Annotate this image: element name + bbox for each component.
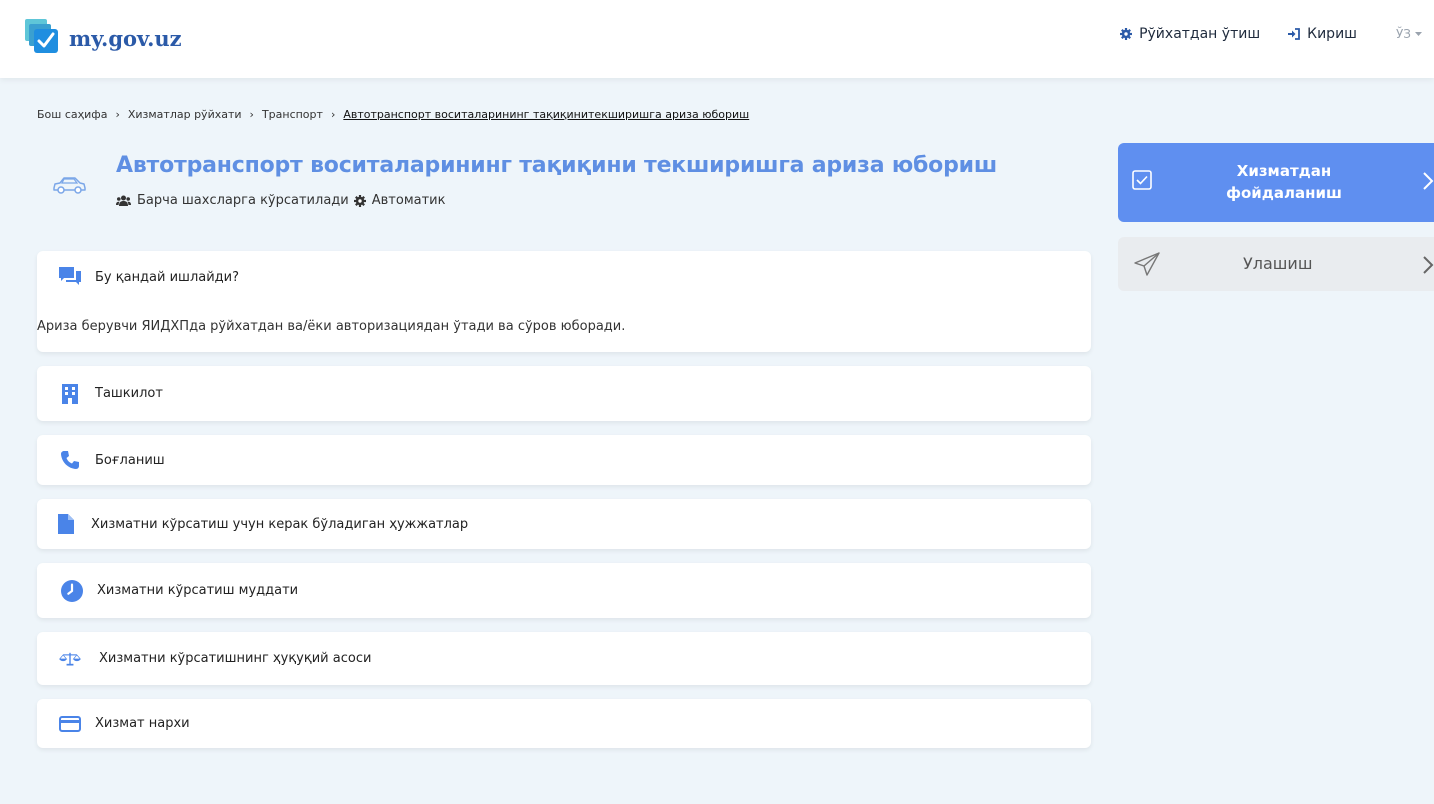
building-icon: [59, 383, 81, 404]
register-link[interactable]: Рўйхатдан ўтиш: [1120, 26, 1260, 42]
breadcrumb-separator-icon: ›: [115, 108, 120, 121]
phone-icon: [59, 451, 81, 469]
breadcrumb-separator-icon: ›: [330, 108, 336, 121]
organization-label: Ташкилот: [95, 386, 163, 401]
accordion-how-it-works[interactable]: Бу қандай ишлайди? Ариза берувчи ЯИДХПда…: [37, 251, 1091, 352]
document-icon: [55, 514, 77, 534]
login-label: Кириш: [1307, 26, 1357, 42]
service-meta: Барча шахсларга кўрсатилади Автоматик: [116, 193, 445, 208]
mode-text: Автоматик: [371, 193, 446, 208]
page-title: Автотранспорт воситаларининг тақиқини те…: [116, 153, 998, 178]
documents-label: Хизматни кўрсатиш учун керак бўладиган ҳ…: [91, 516, 469, 532]
accordion-documents[interactable]: Хизматни кўрсатиш учун керак бўладиган ҳ…: [37, 499, 1091, 549]
chat-icon: [59, 267, 81, 287]
price-label: Хизмат нархи: [95, 716, 190, 731]
how-it-works-text: Ариза берувчи ЯИДХПда рўйхатдан ва/ёки а…: [37, 319, 626, 334]
breadcrumb-home[interactable]: Бош саҳифа: [37, 108, 107, 121]
breadcrumb-transport[interactable]: Транспорт: [262, 108, 323, 121]
audience-text: Барча шахсларга кўрсатилади: [137, 193, 349, 208]
checkbox-logo-icon: [25, 15, 61, 59]
contact-label: Боғланиш: [95, 452, 165, 468]
login-link[interactable]: Кириш: [1287, 26, 1357, 42]
top-navigation: Рўйхатдан ўтиш Кириш ЎЗ: [1120, 26, 1434, 42]
accordion-legal-basis[interactable]: Хизматни кўрсатишнинг ҳуқуқий асоси: [37, 632, 1091, 685]
accordion-contact[interactable]: Боғланиш: [37, 435, 1091, 485]
gear-icon: [1120, 28, 1133, 40]
paper-plane-icon: [1134, 252, 1160, 280]
balance-scale-icon: [59, 649, 81, 669]
users-icon: [116, 195, 131, 207]
caret-down-icon: [1415, 32, 1422, 36]
checkbox-icon: [1132, 170, 1152, 194]
use-service-label: Хизматдан фойдаланиш: [1226, 162, 1342, 202]
gear-icon: [353, 194, 366, 207]
accordion-organization[interactable]: Ташкилот: [37, 366, 1091, 421]
accordion-duration[interactable]: Хизматни кўрсатиш муддати: [37, 563, 1091, 618]
chevron-right-icon: [1422, 255, 1434, 279]
breadcrumb: Бош саҳифа › Хизматлар рўйхати › Транспо…: [37, 108, 749, 121]
register-label: Рўйхатдан ўтиш: [1139, 26, 1261, 42]
accordion-price[interactable]: Хизмат нархи: [37, 699, 1091, 748]
how-it-works-label: Бу қандай ишлайди?: [95, 269, 240, 285]
language-dropdown[interactable]: ЎЗ: [1396, 27, 1422, 41]
logo-text: my.gov.uz: [69, 25, 182, 51]
share-button[interactable]: Улашиш: [1118, 237, 1434, 291]
duration-label: Хизматни кўрсатиш муддати: [97, 583, 299, 598]
clock-icon: [61, 579, 83, 603]
breadcrumb-current[interactable]: Автотранспорт воситаларининг тақиқинитек…: [343, 108, 749, 121]
car-icon: [51, 174, 87, 200]
credit-card-icon: [59, 715, 81, 732]
sign-in-icon: [1287, 28, 1301, 40]
breadcrumb-services[interactable]: Хизматлар рўйхати: [128, 108, 242, 121]
legal-basis-label: Хизматни кўрсатишнинг ҳуқуқий асоси: [99, 651, 372, 666]
language-label: ЎЗ: [1395, 27, 1411, 41]
breadcrumb-separator-icon: ›: [249, 108, 254, 121]
site-header: my.gov.uz Рўйхатдан ўтиш Кириш ЎЗ: [0, 0, 1434, 78]
site-logo[interactable]: my.gov.uz: [25, 15, 182, 59]
use-service-button[interactable]: Хизматдан фойдаланиш: [1118, 143, 1434, 222]
share-label: Улашиш: [1243, 254, 1313, 273]
chevron-right-icon: [1422, 171, 1434, 195]
